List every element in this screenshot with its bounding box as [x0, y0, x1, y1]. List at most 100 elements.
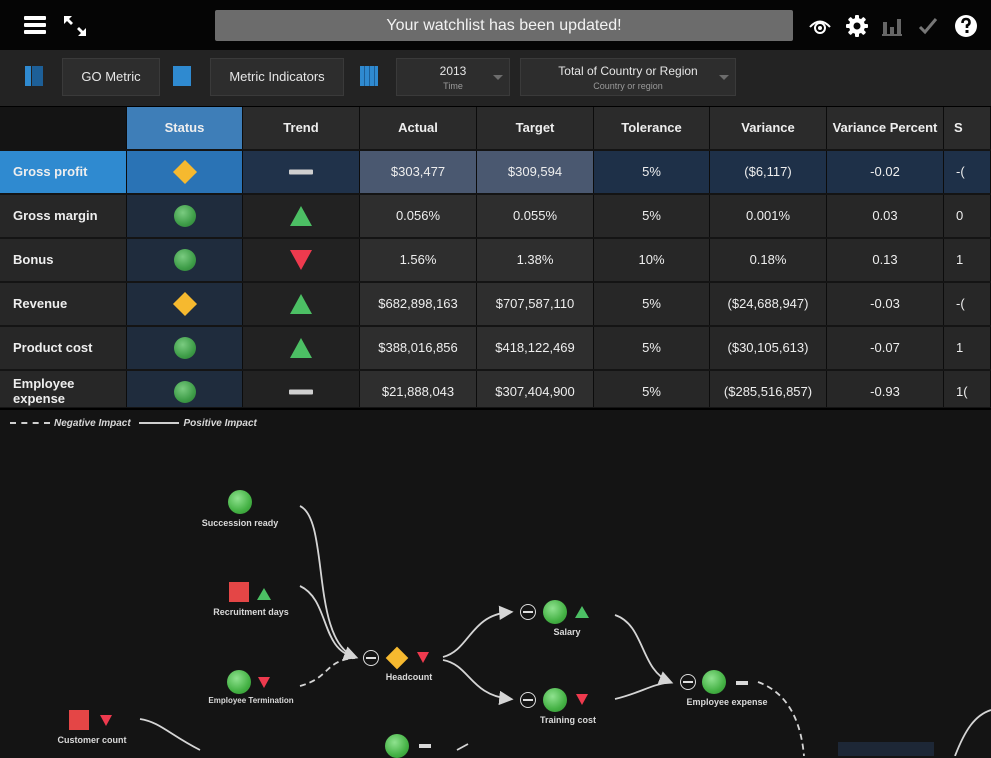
variance-percent-cell: -0.02 — [827, 151, 944, 193]
table-row[interactable]: Gross margin 0.056% 0.055% 5% 0.001% 0.0… — [0, 195, 991, 238]
tolerance-cell: 5% — [594, 151, 710, 193]
time-dropdown[interactable]: 2013 Time — [396, 58, 510, 96]
trend-down-icon — [576, 694, 588, 705]
column-header-tolerance[interactable]: Tolerance — [594, 107, 710, 149]
status-circle-icon — [227, 670, 251, 694]
region-dropdown[interactable]: Total of Country or Region Country or re… — [520, 58, 736, 96]
variance-percent-cell: -0.07 — [827, 327, 944, 369]
variance-cell: ($6,117) — [710, 151, 827, 193]
grid-view-icon[interactable] — [360, 66, 378, 86]
variance-cell: ($30,105,613) — [710, 327, 827, 369]
table-row[interactable]: Revenue $682,898,163 $707,587,110 5% ($2… — [0, 283, 991, 326]
variance-percent-cell: 0.03 — [827, 195, 944, 237]
variance-cell: ($285,516,857) — [710, 371, 827, 407]
trend-up-icon — [290, 206, 312, 226]
column-header-status[interactable]: Status — [127, 107, 243, 149]
column-header-variance[interactable]: Variance — [710, 107, 827, 149]
collapse-icon[interactable] — [680, 674, 696, 690]
trend-flat-icon — [736, 681, 748, 685]
table-header: Status Trend Actual Target Tolerance Var… — [0, 107, 991, 150]
status-diamond-icon — [172, 159, 197, 185]
go-metric-label: GO Metric — [81, 69, 141, 84]
time-label: Time — [443, 81, 463, 91]
filter-bar: GO Metric Metric Indicators 2013 Time To… — [0, 50, 991, 107]
s-cell: -( — [944, 151, 991, 193]
status-square-icon — [69, 710, 89, 730]
metric-indicators-button[interactable]: Metric Indicators — [210, 58, 344, 96]
collapse-icon[interactable] — [363, 650, 379, 666]
connector-lines — [139, 505, 991, 756]
trend-cell — [243, 371, 360, 407]
gear-icon[interactable] — [845, 14, 869, 38]
trend-up-icon — [290, 294, 312, 314]
trend-flat-icon — [289, 169, 313, 175]
node-label: Customer count — [57, 735, 127, 745]
region-label: Country or region — [593, 81, 663, 91]
status-circle-icon — [543, 688, 567, 712]
metric-indicators-label: Metric Indicators — [229, 69, 325, 84]
table-row[interactable]: Gross profit $303,477 $309,594 5% ($6,11… — [0, 151, 991, 194]
table-row[interactable]: Bonus 1.56% 1.38% 10% 0.18% 0.13 1 — [0, 239, 991, 282]
status-diamond-icon — [172, 291, 197, 317]
menu-icon[interactable] — [24, 16, 46, 34]
checkmark-icon[interactable] — [916, 14, 940, 38]
actual-cell: $21,888,043 — [360, 371, 477, 407]
node-label: Headcount — [385, 672, 433, 682]
table-row[interactable]: Product cost $388,016,856 $418,122,469 5… — [0, 327, 991, 370]
row-label: Gross margin — [0, 195, 127, 237]
tolerance-cell: 5% — [594, 283, 710, 325]
row-label: Revenue — [0, 283, 127, 325]
trend-up-icon — [290, 338, 312, 358]
collapse-icon[interactable] — [62, 14, 88, 38]
status-circle-icon — [228, 490, 252, 514]
status-circle-icon — [173, 205, 196, 227]
metric-panel-icon[interactable] — [25, 66, 43, 86]
actual-cell: $682,898,163 — [360, 283, 477, 325]
row-label: Bonus — [0, 239, 127, 281]
node-label: Employee expense — [686, 697, 768, 707]
node-label: Employee Termination — [208, 696, 294, 705]
notification-banner: Your watchlist has been updated! — [215, 10, 793, 41]
status-square-icon — [229, 582, 249, 602]
status-cell — [127, 327, 243, 369]
target-cell: $307,404,900 — [477, 371, 594, 407]
node-label: Training cost — [539, 715, 597, 725]
indicators-panel-icon[interactable] — [173, 66, 191, 86]
status-cell — [127, 283, 243, 325]
s-cell: 1 — [944, 327, 991, 369]
tolerance-cell: 10% — [594, 239, 710, 281]
status-cell — [127, 239, 243, 281]
trend-cell — [243, 195, 360, 237]
bar-chart-icon[interactable] — [880, 14, 904, 38]
target-cell: $418,122,469 — [477, 327, 594, 369]
tolerance-cell: 5% — [594, 371, 710, 407]
column-header-s[interactable]: S — [944, 107, 991, 149]
help-icon[interactable] — [954, 14, 978, 38]
impact-diagram[interactable]: Negative Impact Positive Impact Successi… — [0, 408, 991, 758]
table-row[interactable]: Employee expense $21,888,043 $307,404,90… — [0, 371, 991, 407]
eye-icon[interactable] — [808, 14, 832, 38]
trend-cell — [243, 327, 360, 369]
go-metric-button[interactable]: GO Metric — [62, 58, 160, 96]
target-cell: 0.055% — [477, 195, 594, 237]
column-header-variance-percent[interactable]: Variance Percent — [827, 107, 944, 149]
collapse-icon[interactable] — [520, 604, 536, 620]
top-toolbar: Your watchlist has been updated! — [0, 0, 991, 50]
collapse-icon[interactable] — [520, 692, 536, 708]
status-cell — [127, 151, 243, 193]
trend-cell — [243, 151, 360, 193]
chevron-down-icon — [493, 75, 503, 80]
variance-cell: 0.001% — [710, 195, 827, 237]
column-header-actual[interactable]: Actual — [360, 107, 477, 149]
row-label: Employee expense — [0, 371, 127, 407]
metrics-table: Status Trend Actual Target Tolerance Var… — [0, 107, 991, 407]
status-circle-icon — [702, 670, 726, 694]
node-label: Salary — [553, 627, 581, 637]
status-circle-icon — [173, 337, 196, 359]
target-cell: $707,587,110 — [477, 283, 594, 325]
column-header-target[interactable]: Target — [477, 107, 594, 149]
trend-up-icon — [257, 588, 271, 600]
column-header-trend[interactable]: Trend — [243, 107, 360, 149]
trend-flat-icon — [419, 744, 431, 748]
region-value: Total of Country or Region — [558, 64, 698, 78]
